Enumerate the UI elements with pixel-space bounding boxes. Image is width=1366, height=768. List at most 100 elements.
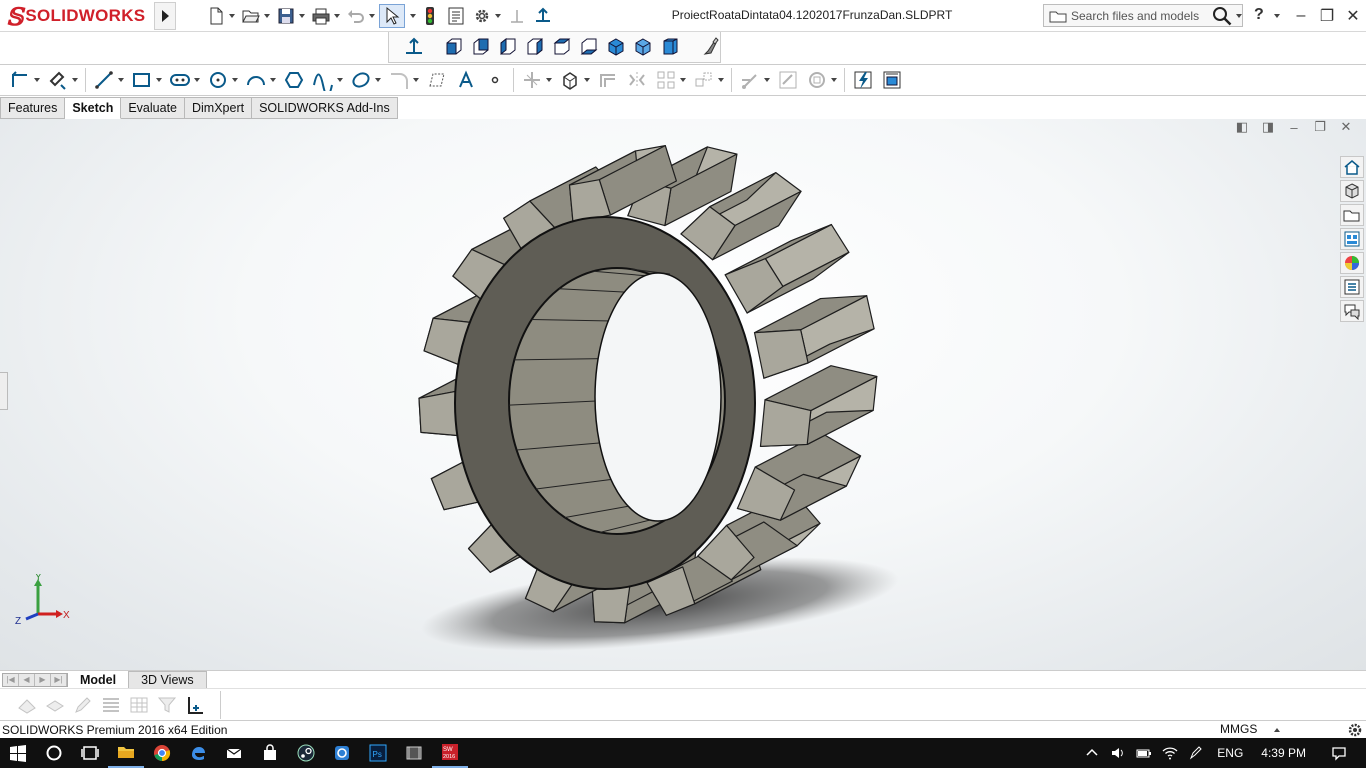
undo-button[interactable] [344, 4, 377, 28]
viewport-split-left-icon[interactable]: ◧ [1234, 119, 1250, 135]
filter-view-button[interactable] [156, 694, 178, 716]
view-front-button[interactable] [443, 36, 465, 58]
view-left-button[interactable] [497, 36, 519, 58]
tab-model[interactable]: Model [68, 671, 128, 689]
task-view-button[interactable] [72, 738, 108, 768]
media-taskbar[interactable] [396, 738, 432, 768]
quick-snaps-button[interactable] [803, 67, 840, 93]
text-button[interactable] [452, 67, 480, 93]
search-input[interactable] [1071, 8, 1211, 23]
save-button[interactable] [274, 4, 307, 28]
minimize-icon[interactable]: – [1288, 1, 1314, 31]
next-tab-icon[interactable]: ▶ [35, 673, 51, 686]
search-dropdown-icon[interactable] [1236, 13, 1242, 18]
arc-button[interactable] [242, 67, 279, 93]
units-dropdown-icon[interactable] [1274, 728, 1280, 732]
smart-dimension-button[interactable] [44, 67, 81, 93]
view-top-button[interactable] [551, 36, 573, 58]
slot-button[interactable] [166, 67, 203, 93]
dimxpert-button[interactable] [184, 694, 206, 716]
fillet-button[interactable] [385, 67, 422, 93]
tab-3d-views[interactable]: 3D Views [128, 670, 207, 689]
store-taskbar[interactable] [252, 738, 288, 768]
mail-taskbar[interactable] [216, 738, 252, 768]
wifi-icon[interactable] [1157, 745, 1183, 761]
customize-status-gear-icon[interactable] [1347, 722, 1363, 738]
print-button[interactable] [309, 4, 342, 28]
clock[interactable]: 4:39 PM [1261, 746, 1306, 760]
line-button[interactable] [90, 67, 127, 93]
search-icon[interactable] [1211, 5, 1233, 27]
view-back-button[interactable] [470, 36, 492, 58]
exit-sketch-button[interactable] [6, 67, 43, 93]
appearance-button[interactable] [699, 36, 721, 58]
sketch-plane-button[interactable] [505, 4, 529, 28]
steam-taskbar[interactable] [288, 738, 324, 768]
tab-features[interactable]: Features [0, 97, 66, 119]
search-box[interactable] [1043, 4, 1243, 27]
battery-icon[interactable] [1131, 745, 1157, 761]
rapid-sketch-button[interactable] [849, 67, 877, 93]
pen-workspace-icon[interactable] [1183, 745, 1209, 761]
graphics-area[interactable]: ◧ ◨ – ❐ ✕ Y X Z [0, 119, 1366, 671]
repair-sketch-button[interactable] [774, 67, 802, 93]
design-library-tab[interactable] [1340, 180, 1364, 202]
spline-button[interactable] [309, 67, 346, 93]
edit-view-button[interactable] [72, 694, 94, 716]
app-taskbar[interactable] [324, 738, 360, 768]
viewport-restore-icon[interactable]: ❐ [1312, 119, 1328, 135]
view-states-button[interactable] [44, 694, 66, 716]
view-isometric-button[interactable] [605, 36, 627, 58]
view-right-button[interactable] [524, 36, 546, 58]
view-palette-tab[interactable] [1340, 228, 1364, 250]
feature-manager-toggle-handle[interactable] [0, 372, 8, 410]
restore-icon[interactable]: ❐ [1314, 1, 1340, 31]
menu-expand-arrow[interactable] [154, 2, 176, 30]
forum-tab[interactable] [1340, 300, 1364, 322]
file-properties-button[interactable] [444, 4, 468, 28]
file-explorer-taskbar[interactable] [108, 738, 144, 768]
view-bottom-button[interactable] [578, 36, 600, 58]
select-button[interactable] [379, 4, 405, 28]
volume-icon[interactable] [1105, 745, 1131, 761]
view-dimetric-button[interactable] [659, 36, 681, 58]
select-dropdown-icon[interactable] [410, 14, 416, 18]
last-tab-icon[interactable]: ▶| [51, 673, 67, 686]
move-entities-button[interactable] [690, 67, 727, 93]
close-icon[interactable]: ✕ [1340, 1, 1366, 31]
photoshop-taskbar[interactable]: Ps [360, 738, 396, 768]
viewport-close-icon[interactable]: ✕ [1338, 119, 1354, 135]
prev-tab-icon[interactable]: ◀ [19, 673, 35, 686]
action-center-icon[interactable] [1326, 745, 1352, 761]
circle-button[interactable] [204, 67, 241, 93]
offset-entities-button[interactable] [594, 67, 622, 93]
language-indicator[interactable]: ENG [1217, 746, 1243, 760]
tab-evaluate[interactable]: Evaluate [121, 97, 185, 119]
display-relations-button[interactable] [736, 67, 773, 93]
edge-taskbar[interactable] [180, 738, 216, 768]
viewport-split-right-icon[interactable]: ◨ [1260, 119, 1276, 135]
first-tab-icon[interactable]: |◀ [3, 673, 19, 686]
normal-to-button[interactable] [531, 4, 555, 28]
linear-pattern-button[interactable] [652, 67, 689, 93]
cortana-button[interactable] [36, 738, 72, 768]
polygon-button[interactable] [280, 67, 308, 93]
view-trimetric-button[interactable] [632, 36, 654, 58]
file-explorer-tab[interactable] [1340, 204, 1364, 226]
table-view-button[interactable] [128, 694, 150, 716]
convert-entities-button[interactable] [556, 67, 593, 93]
view-orientation-button[interactable] [403, 36, 425, 58]
tab-dimxpert[interactable]: DimXpert [185, 97, 253, 119]
tab-sketch[interactable]: Sketch [65, 97, 122, 119]
rectangle-button[interactable] [128, 67, 165, 93]
list-view-button[interactable] [100, 694, 122, 716]
solidworks-resources-tab[interactable] [1340, 156, 1364, 178]
solidworks-logo[interactable]: 𝕊 SOLIDWORKS [6, 1, 145, 31]
chrome-taskbar[interactable] [144, 738, 180, 768]
instant2d-button[interactable] [878, 67, 906, 93]
viewport-minimize-icon[interactable]: – [1286, 119, 1302, 135]
unit-system-selector[interactable]: MMGS [1220, 722, 1257, 736]
options-button[interactable] [470, 4, 503, 28]
trim-entities-button[interactable] [518, 67, 555, 93]
rebuild-button[interactable] [418, 4, 442, 28]
